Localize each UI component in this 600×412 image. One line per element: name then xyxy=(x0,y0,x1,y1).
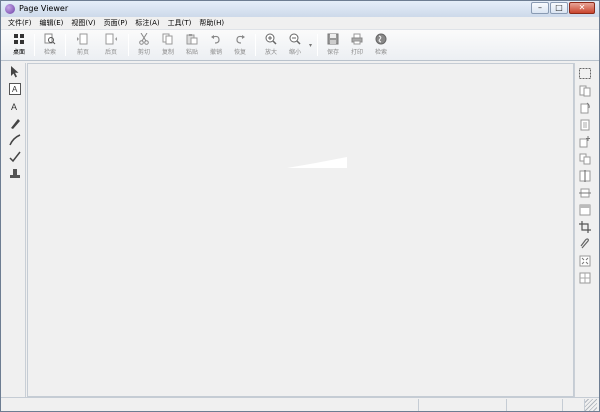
upload-button[interactable]: 检索 xyxy=(369,30,393,60)
svg-text:A: A xyxy=(12,85,18,94)
menu-view[interactable]: 视图(V) xyxy=(68,17,98,29)
save-button[interactable]: 保存 xyxy=(321,30,345,60)
next-page-button[interactable]: 后页 xyxy=(97,30,125,60)
paste-icon xyxy=(186,33,198,45)
app-logo-icon xyxy=(5,4,15,14)
next-page-label: 后页 xyxy=(104,49,117,56)
status-cell-extra xyxy=(563,399,585,411)
app-window: Page Viewer – □ ✕ 文件(F) 编辑(E) 视图(V) 页面(P… xyxy=(0,0,600,412)
highlighter-icon[interactable] xyxy=(7,115,23,131)
select-arrow-icon[interactable] xyxy=(7,64,23,80)
status-cell-zoom xyxy=(507,399,563,411)
toolbar-separator xyxy=(255,34,256,56)
select-rect-icon[interactable] xyxy=(577,66,593,81)
copy-icon xyxy=(162,33,174,45)
zoom-out-icon xyxy=(289,33,301,45)
menu-file[interactable]: 文件(F) xyxy=(5,17,35,29)
paste-button[interactable]: 粘贴 xyxy=(180,30,204,60)
title-bar[interactable]: Page Viewer – □ ✕ xyxy=(1,1,599,17)
close-button[interactable]: ✕ xyxy=(569,2,595,14)
resize-grip[interactable] xyxy=(585,399,597,411)
search-doc-icon xyxy=(44,33,56,45)
window-title: Page Viewer xyxy=(19,4,69,13)
zoom-out-button[interactable]: 缩小 xyxy=(283,30,307,60)
pen-icon[interactable] xyxy=(7,132,23,148)
minimize-button[interactable]: – xyxy=(531,2,549,14)
redo-button[interactable]: 恢复 xyxy=(228,30,252,60)
desktop-button[interactable]: 桌面 xyxy=(7,30,31,60)
menu-bar: 文件(F) 编辑(E) 视图(V) 页面(P) 标注(A) 工具(T) 帮助(H… xyxy=(1,17,599,29)
undo-button[interactable]: 撤销 xyxy=(204,30,228,60)
prev-page-button[interactable]: 前页 xyxy=(69,30,97,60)
checkmark-pen-icon[interactable] xyxy=(7,149,23,165)
print-icon xyxy=(351,33,363,45)
zoom-in-label: 放大 xyxy=(264,49,277,56)
header-footer-icon[interactable] xyxy=(577,202,593,217)
copy-button[interactable]: 复制 xyxy=(156,30,180,60)
redo-icon xyxy=(234,33,246,45)
rotate-page-icon[interactable] xyxy=(577,100,593,115)
undo-label: 撤销 xyxy=(209,49,222,56)
split-page-icon[interactable] xyxy=(577,168,593,183)
copy-page-icon[interactable] xyxy=(577,151,593,166)
save-label: 保存 xyxy=(326,49,339,56)
text-icon[interactable]: A xyxy=(7,98,23,114)
grid-icon[interactable] xyxy=(577,270,593,285)
paste-label: 粘贴 xyxy=(185,49,198,56)
menu-help[interactable]: 帮助(H) xyxy=(196,17,227,29)
print-label: 打印 xyxy=(350,49,363,56)
next-page-icon xyxy=(105,33,117,45)
menu-annotate[interactable]: 标注(A) xyxy=(132,17,162,29)
toolbar-separator xyxy=(128,34,129,56)
desktop-icon xyxy=(13,33,25,45)
maximize-button[interactable]: □ xyxy=(550,2,568,14)
prev-page-label: 前页 xyxy=(76,49,89,56)
page-layout-icon[interactable] xyxy=(577,83,593,98)
save-icon xyxy=(327,33,339,45)
toolbar-separator xyxy=(65,34,66,56)
menu-page[interactable]: 页面(P) xyxy=(101,17,131,29)
zoom-out-label: 缩小 xyxy=(288,49,301,56)
cut-button[interactable]: 剪切 xyxy=(132,30,156,60)
attach-icon[interactable] xyxy=(577,236,593,251)
add-page-icon[interactable] xyxy=(577,134,593,149)
upload-label: 检索 xyxy=(374,49,387,56)
toolbar-separator xyxy=(34,34,35,56)
status-cell-message xyxy=(1,399,419,411)
globe-icon xyxy=(375,33,387,45)
page-placeholder xyxy=(287,157,347,168)
search-button[interactable]: 检索 xyxy=(38,30,62,60)
fit-page-icon[interactable] xyxy=(577,253,593,268)
menu-edit[interactable]: 编辑(E) xyxy=(37,17,67,29)
status-cell-page xyxy=(419,399,507,411)
print-button[interactable]: 打印 xyxy=(345,30,369,60)
scissors-icon xyxy=(138,33,150,45)
menu-tools[interactable]: 工具(T) xyxy=(165,17,195,29)
search-label: 检索 xyxy=(43,49,56,56)
chevron-down-icon: ▾ xyxy=(308,41,312,49)
caption-buttons: – □ ✕ xyxy=(531,2,595,14)
zoom-in-button[interactable]: 放大 xyxy=(259,30,283,60)
toolbar: 桌面 检索 前页 后页 剪切 复制 粘贴 撤销 恢复 放大 缩小 ▾ 保存 打印… xyxy=(1,29,599,61)
cut-label: 剪切 xyxy=(137,49,150,56)
desktop-label: 桌面 xyxy=(12,49,25,56)
prev-page-icon xyxy=(77,33,89,45)
zoom-in-icon xyxy=(265,33,277,45)
status-bar xyxy=(1,397,599,411)
undo-icon xyxy=(210,33,222,45)
toolbar-separator xyxy=(317,34,318,56)
right-tool-panel xyxy=(574,63,594,397)
crop-page-icon[interactable] xyxy=(577,185,593,200)
text-box-icon[interactable]: A xyxy=(7,81,23,97)
copy-label: 复制 xyxy=(161,49,174,56)
document-canvas[interactable] xyxy=(27,63,574,397)
page-list-icon[interactable] xyxy=(577,117,593,132)
crop-icon[interactable] xyxy=(577,219,593,234)
left-tool-panel: A A xyxy=(6,63,26,397)
redo-label: 恢复 xyxy=(233,49,246,56)
zoom-dropdown[interactable]: ▾ xyxy=(307,30,314,60)
svg-text:A: A xyxy=(11,102,17,111)
stamp-icon[interactable] xyxy=(7,166,23,182)
